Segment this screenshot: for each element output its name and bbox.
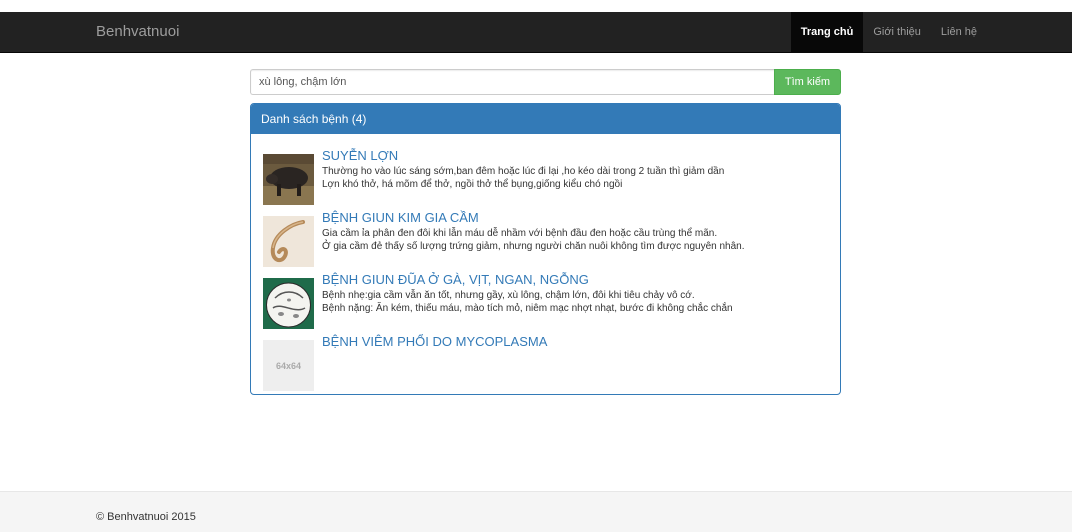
disease-title-link[interactable]: SUYỄN LỢN — [322, 148, 828, 163]
pig-thumbnail[interactable] — [263, 154, 314, 205]
disease-title-link[interactable]: BỆNH GIUN KIM GIA CẦM — [322, 210, 828, 225]
disease-title-link[interactable]: BỆNH GIUN ĐŨA Ở GÀ, VỊT, NGAN, NGỖNG — [322, 272, 828, 287]
panel-heading: Danh sách bệnh (4) — [251, 104, 840, 134]
symptom-line: Thường ho vào lúc sáng sớm,ban đêm hoặc … — [322, 166, 725, 177]
nav-item-contact[interactable]: Liên hệ — [931, 12, 987, 53]
nav-item-about[interactable]: Giới thiệu — [863, 12, 931, 53]
search-input[interactable] — [250, 69, 774, 95]
symptom-line: Ở gia cầm đẻ thấy số lượng trứng giảm, n… — [322, 241, 745, 252]
symptom-line: Gia cầm ỉa phân đen đôi khi lẫn máu dễ n… — [322, 228, 718, 239]
panel-body: SUYỄN LỢN Thường ho vào lúc sáng sớm,ban… — [251, 134, 840, 394]
nav-menu: Trang chủ Giới thiệu Liên hệ — [790, 12, 987, 53]
list-item-body: BỆNH GIUN KIM GIA CẦM Gia cầm ỉa phân đe… — [322, 208, 828, 270]
search-bar: Tìm kiếm — [250, 69, 841, 95]
search-button[interactable]: Tìm kiếm — [774, 69, 841, 95]
list-item: BỆNH GIUN KIM GIA CẦM Gia cầm ỉa phân đe… — [263, 208, 828, 270]
disease-title-link[interactable]: BỆNH VIÊM PHỔI DO MYCOPLASMA — [322, 334, 828, 349]
symptom-line: Bệnh nặng: Ăn kém, thiếu máu, mào tích m… — [322, 303, 733, 314]
roundworm-thumbnail[interactable] — [263, 278, 314, 329]
list-item-body: SUYỄN LỢN Thường ho vào lúc sáng sớm,ban… — [322, 146, 828, 208]
list-item: SUYỄN LỢN Thường ho vào lúc sáng sớm,ban… — [263, 146, 828, 208]
footer: © Benhvatnuoi 2015 — [0, 491, 1072, 532]
navbar: Benhvatnuoi Trang chủ Giới thiệu Liên hệ — [0, 12, 1072, 53]
pinworm-thumbnail[interactable] — [263, 216, 314, 267]
disease-list-panel: Danh sách bệnh (4) SUYỄN LỢN Thường ho v… — [250, 103, 841, 395]
nav-item-home[interactable]: Trang chủ — [790, 12, 864, 53]
copyright-text: © Benhvatnuoi 2015 — [96, 511, 196, 523]
symptom-line: Bệnh nhẹ:gia cầm vẫn ăn tốt, nhưng gầy, … — [322, 290, 695, 301]
brand-link[interactable]: Benhvatnuoi — [96, 23, 179, 40]
symptom-line: Lợn khó thở, há mõm để thở, ngồi thở thể… — [322, 179, 623, 190]
list-item: BỆNH GIUN ĐŨA Ở GÀ, VỊT, NGAN, NGỖNG Bện… — [263, 270, 828, 332]
placeholder-label: 64x64 — [275, 360, 302, 371]
list-item-body: BỆNH GIUN ĐŨA Ở GÀ, VỊT, NGAN, NGỖNG Bện… — [322, 270, 828, 332]
top-strip — [0, 0, 1072, 12]
placeholder-thumbnail[interactable]: 64x64 — [263, 340, 314, 391]
list-item-body: BỆNH VIÊM PHỔI DO MYCOPLASMA — [322, 332, 828, 394]
list-item: 64x64 BỆNH VIÊM PHỔI DO MYCOPLASMA — [263, 332, 828, 394]
